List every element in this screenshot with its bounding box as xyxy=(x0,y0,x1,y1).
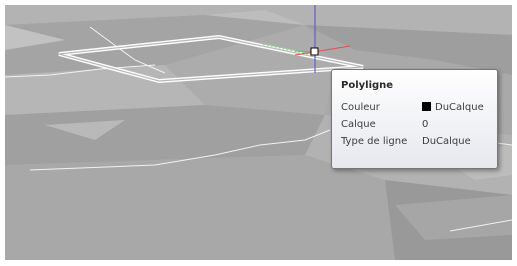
tooltip-title: Polyligne xyxy=(341,80,394,91)
pickbox-icon xyxy=(310,47,319,56)
tooltip-row-color: Couleur DuCalque xyxy=(341,99,497,116)
rollover-properties-tooltip: Polyligne Couleur DuCalque Calque 0 Type… xyxy=(331,69,498,169)
linetype-value: DuCalque xyxy=(422,136,471,147)
tooltip-row-layer: Calque 0 xyxy=(341,116,497,133)
color-label: Couleur xyxy=(341,102,380,113)
color-value-text: DuCalque xyxy=(435,102,484,113)
linetype-label: Type de ligne xyxy=(341,136,408,147)
drawing-viewport[interactable]: Polyligne Couleur DuCalque Calque 0 Type… xyxy=(5,5,512,260)
tooltip-row-linetype: Type de ligne DuCalque xyxy=(341,133,497,150)
color-value: DuCalque xyxy=(422,99,484,116)
layer-label: Calque xyxy=(341,119,376,130)
layer-value: 0 xyxy=(422,119,429,130)
color-swatch-icon xyxy=(422,102,431,111)
